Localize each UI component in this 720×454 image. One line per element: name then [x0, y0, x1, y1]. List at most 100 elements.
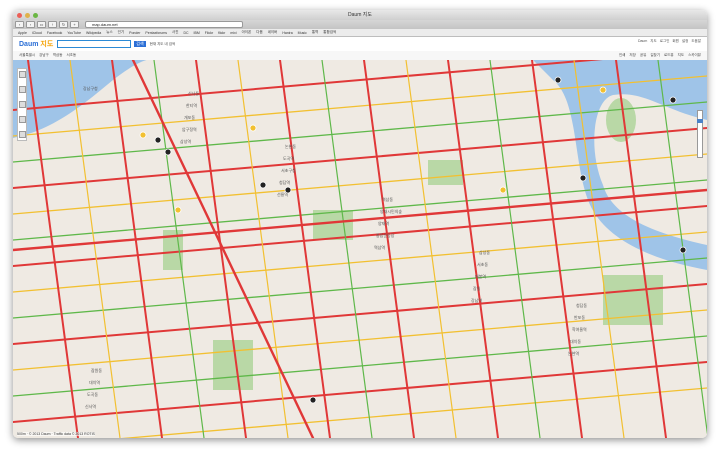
bookmark-item-15[interactable]: 아이폰 [242, 30, 252, 35]
bookmark-item-16[interactable]: 다음 [256, 30, 262, 35]
sidebar-icon[interactable]: ▭ [37, 21, 46, 28]
map-label-17[interactable]: 학여울역 [572, 326, 587, 332]
map-label-12[interactable]: 도곡동 [87, 392, 98, 397]
bookmark-item-20[interactable]: 통역 [312, 30, 318, 35]
map-label-20[interactable]: 도곡역 [283, 155, 294, 161]
breadcrumb-item-1[interactable]: 강남구 [39, 53, 49, 58]
bookmark-item-9[interactable]: 사진 [172, 30, 178, 35]
bookmark-item-6[interactable]: 인기 [118, 30, 124, 35]
map-mode-link-4[interactable]: 로드뷰 [664, 53, 674, 58]
bookmark-item-14[interactable]: mixi [230, 31, 236, 35]
map-label-10[interactable]: 잠실 [473, 285, 481, 291]
header-link-1[interactable]: 지도 [650, 39, 656, 44]
bookmark-item-11[interactable]: IBM [194, 31, 200, 35]
header-link-2[interactable]: 로그인 [660, 39, 670, 44]
map-label-19[interactable]: 한티역 [186, 102, 197, 108]
roadview-icon[interactable] [18, 71, 26, 78]
map-label-5[interactable]: 논현역 [568, 350, 579, 356]
map-label-21[interactable]: 양재시민의숲 [380, 208, 402, 214]
station-marker-icon[interactable] [174, 206, 182, 214]
bookmark-item-10[interactable]: DC [183, 31, 188, 35]
bookmark-item-21[interactable]: 통합검색 [323, 30, 336, 35]
station-marker-icon[interactable] [499, 186, 507, 194]
bookmark-item-3[interactable]: YouTube [67, 31, 81, 35]
radius-icon[interactable] [18, 116, 26, 123]
share-icon[interactable]: ↑ [48, 21, 57, 28]
map-label-25[interactable]: 신사동 [188, 90, 199, 96]
daum-logo[interactable]: Daum 지도 [19, 39, 53, 49]
reload-icon[interactable]: ↻ [59, 21, 68, 28]
breadcrumb-item-2[interactable]: 역삼동 [53, 53, 63, 58]
station-marker-icon[interactable] [679, 246, 687, 254]
map-mode-link-5[interactable]: 지도 [678, 53, 684, 58]
bookmark-item-7[interactable]: Ponder [129, 31, 140, 35]
station-marker-icon[interactable] [579, 174, 587, 182]
map-label-23[interactable]: 반포동 [574, 314, 585, 320]
map-label-6[interactable]: 신사역 [85, 403, 96, 409]
map-canvas[interactable]: 강남구청 삼성역 선릉역 역삼역 강남역 논현역 신사역 압구정역 청담역 종합운동장 잠실 대치동 도… [13, 60, 707, 438]
map-label-8[interactable]: 청담역 [279, 179, 290, 185]
map-label-7[interactable]: 압구정역 [182, 126, 197, 132]
bookmark-item-0[interactable]: Apple [18, 31, 27, 35]
bookmark-item-8[interactable]: Pentaxforums [145, 31, 167, 35]
map-label-1[interactable]: 삼성역 [180, 138, 191, 144]
bookmark-item-5[interactable]: 뉴스 [106, 30, 112, 35]
bookmark-item-12[interactable]: Flickr [205, 31, 213, 35]
bookmark-icon[interactable]: + [70, 21, 79, 28]
bookmark-item-19[interactable]: Music [298, 31, 307, 35]
map-label-28[interactable]: 삼성동 [479, 249, 490, 255]
station-marker-icon[interactable] [154, 136, 162, 144]
map-label-13[interactable]: 개포동 [184, 114, 195, 120]
station-marker-icon[interactable] [669, 96, 677, 104]
station-marker-icon[interactable] [139, 131, 147, 139]
map-mode-link-3[interactable]: 길찾기 [650, 53, 660, 58]
map-label-3[interactable]: 역삼역 [374, 244, 385, 250]
forward-button[interactable]: › [26, 21, 35, 28]
zoom-knob[interactable] [697, 119, 703, 123]
breadcrumb-item-3[interactable]: 서초동 [66, 53, 76, 58]
bookmark-item-1[interactable]: iCloud [32, 31, 42, 35]
search-button[interactable]: 검색 [134, 41, 146, 47]
map-search-checkbox[interactable]: 현재 지도 내 검색 [150, 42, 175, 47]
map-label-9[interactable]: 종합운동장 [376, 232, 395, 238]
map-label-14[interactable]: 서초구청 [281, 167, 296, 173]
station-marker-icon[interactable] [554, 76, 562, 84]
map-mode-link-0[interactable]: 인쇄 [619, 53, 625, 58]
station-marker-icon[interactable] [259, 181, 267, 189]
station-marker-icon[interactable] [309, 396, 317, 404]
map-label-22[interactable]: 서초동 [477, 261, 488, 267]
header-link-4[interactable]: 설정 [682, 39, 688, 44]
zoom-slider[interactable] [697, 110, 703, 158]
search-input[interactable] [57, 40, 132, 48]
bookmark-item-18[interactable]: Hanira [282, 31, 292, 35]
bookmark-item-2[interactable]: Facebook [47, 31, 62, 35]
traffic-icon[interactable] [18, 86, 26, 93]
station-marker-icon[interactable] [599, 86, 607, 94]
map-label-18[interactable]: 대치역 [89, 379, 100, 385]
map-label-16[interactable]: 매봉역 [475, 273, 486, 279]
bookmark-item-13[interactable]: flickr [218, 31, 225, 35]
map-label-11[interactable]: 대치동 [570, 338, 581, 344]
map-label-29[interactable]: 청담동 [576, 302, 587, 308]
header-link-0[interactable]: Daum [638, 39, 647, 44]
map-label-0[interactable]: 강남구청 [83, 85, 98, 91]
station-marker-icon[interactable] [249, 124, 257, 132]
bookmark-item-17[interactable]: 네이버 [268, 30, 278, 35]
map-mode-link-2[interactable]: 공유 [640, 53, 646, 58]
address-bar[interactable]: map.daum.net [85, 21, 243, 28]
header-link-5[interactable]: 도움말 [691, 39, 701, 44]
pin-icon[interactable] [18, 131, 26, 138]
header-link-3[interactable]: 회원 [672, 39, 678, 44]
map-label-24[interactable]: 잠원동 [91, 367, 102, 373]
map-label-4[interactable]: 강남역 [471, 297, 482, 303]
map-mode-link-1[interactable]: 저장 [629, 53, 635, 58]
back-button[interactable]: ‹ [15, 21, 24, 28]
bookmark-item-4[interactable]: Wikipedia [86, 31, 101, 35]
map-label-27[interactable]: 역삼동 [382, 196, 393, 202]
breadcrumb-item-0[interactable]: 서울특별시 [19, 53, 35, 58]
station-marker-icon[interactable] [164, 148, 172, 156]
map-mode-link-6[interactable]: 스카이뷰 [688, 53, 701, 58]
map-label-15[interactable]: 양재역 [378, 220, 389, 226]
station-marker-icon[interactable] [284, 186, 292, 194]
measure-icon[interactable] [18, 101, 26, 108]
